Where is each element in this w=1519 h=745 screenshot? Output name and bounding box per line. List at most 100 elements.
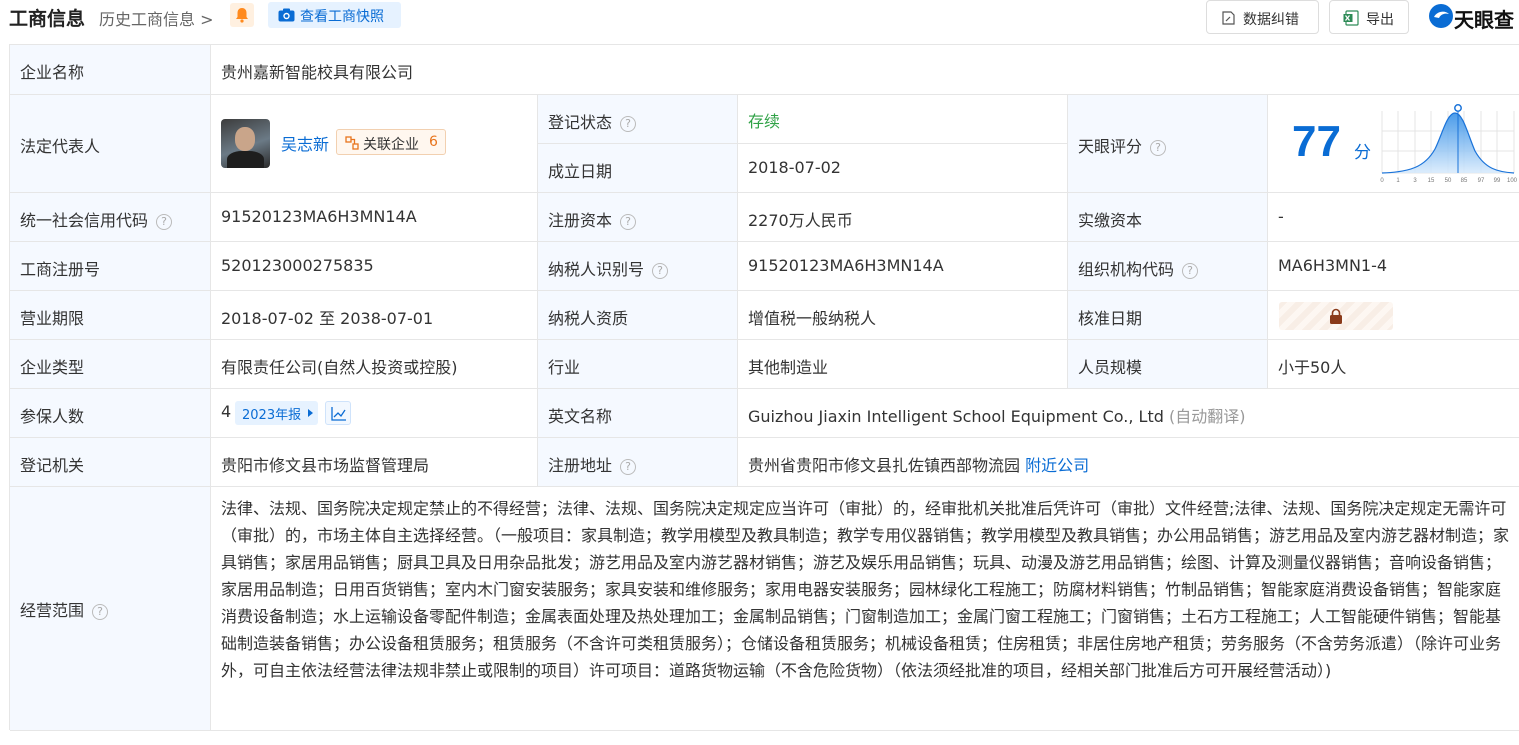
legal-rep-name-link[interactable]: 吴志新 [281,131,329,155]
history-link[interactable]: 历史工商信息 > [99,6,214,30]
legal-rep-avatar[interactable] [221,119,270,168]
tianyancha-logo-icon [1429,4,1453,28]
score-tick-label: 15 [1428,178,1435,184]
biz-scope-label-cell: 经营范围? [10,487,211,731]
taxpayer-qual-value: 增值税一般纳税人 [748,309,877,328]
insured-label: 参保人数 [20,407,85,426]
found-date-label: 成立日期 [548,162,613,181]
reg-address-label-cell: 注册地址? [538,438,738,487]
reg-address-value: 贵州省贵阳市修文县扎佐镇西部物流园 [748,456,1021,475]
help-icon[interactable]: ? [620,459,637,475]
reg-address-value-cell: 贵州省贵阳市修文县扎佐镇西部物流园 附近公司 [738,438,1519,487]
reg-status-value-cell: 存续 [738,95,1068,144]
alert-bell-icon[interactable] [230,3,254,27]
company-type-label-cell: 企业类型 [10,340,211,389]
staff-size-label: 人员规模 [1078,358,1143,377]
score-tick-label: 1 [1396,178,1400,184]
org-code-label-cell: 组织机构代码? [1068,242,1268,291]
relation-icon [345,136,359,150]
approval-date-label: 核准日期 [1078,309,1143,328]
help-icon[interactable]: ? [1182,263,1199,279]
score-distribution-chart: 0 1 3 15 50 85 97 99 100 [1380,104,1518,184]
company-name-value-cell: 贵州嘉新智能校具有限公司 [211,45,1519,95]
related-companies-badge[interactable]: 关联企业 6 [336,129,446,155]
score-tick-label: 99 [1494,178,1501,184]
biz-reg-no-label: 工商注册号 [20,260,101,279]
reg-authority-label-cell: 登记机关 [10,438,211,487]
taxpayer-id-label: 纳税人识别号 [548,260,645,279]
org-code-label-wrap: 组织机构代码? [1078,256,1199,280]
biz-scope-value-cell: 法律、法规、国务院决定规定禁止的不得经营；法律、法规、国务院决定规定应当许可（审… [211,487,1519,731]
help-icon[interactable]: ? [620,214,637,230]
caret-right-icon [308,409,313,417]
export-button[interactable]: 导出 [1329,0,1409,34]
lock-icon [1330,308,1342,324]
help-icon[interactable]: ? [92,604,109,620]
industry-value-cell: 其他制造业 [738,340,1068,389]
industry-label: 行业 [548,358,581,377]
score-number: 77 [1292,117,1341,166]
locked-field[interactable] [1279,302,1393,330]
paid-capital-label: 实缴资本 [1078,211,1143,230]
snapshot-button-label: 查看工商快照 [300,9,384,25]
english-name-value-cell: Guizhou Jiaxin Intelligent School Equipm… [738,389,1519,438]
taxpayer-id-label-cell: 纳税人识别号? [538,242,738,291]
company-name-label: 企业名称 [20,63,85,82]
report-error-button[interactable]: 数据纠错 [1206,0,1319,34]
company-type-value-cell: 有限责任公司(自然人投资或控股) [211,340,538,389]
credit-code-label: 统一社会信用代码 [20,211,149,230]
legal-rep-label: 法定代表人 [20,137,101,156]
credit-code-label-cell: 统一社会信用代码? [10,193,211,242]
taxpayer-id-value: 91520123MA6H3MN14A [748,256,944,275]
business-info-table: 企业名称 贵州嘉新智能校具有限公司 法定代表人 吴志新 关联企业 6 登记状态?… [9,44,1519,731]
line-chart-icon [331,407,346,421]
english-name-label: 英文名称 [548,407,613,426]
found-date-label-cell: 成立日期 [538,144,738,193]
industry-label-cell: 行业 [538,340,738,389]
related-count: 6 [429,134,438,150]
insured-label-cell: 参保人数 [10,389,211,438]
reg-status-label-cell: 登记状态? [538,95,738,144]
english-name-value: Guizhou Jiaxin Intelligent School Equipm… [748,407,1164,426]
reg-status-label: 登记状态 [548,113,613,132]
reg-authority-label: 登记机关 [20,456,85,475]
reg-status-label-wrap: 登记状态? [548,109,637,133]
industry-value: 其他制造业 [748,358,829,377]
staff-size-value: 小于50人 [1278,358,1347,377]
reg-status-value: 存续 [748,112,781,131]
company-type-label: 企业类型 [20,358,85,377]
reg-authority-value-cell: 贵阳市修文县市场监督管理局 [211,438,538,487]
score-tick-label: 50 [1445,178,1452,184]
help-icon[interactable]: ? [1150,140,1167,156]
annual-report-tag[interactable]: 2023年报 [235,401,318,425]
trend-chart-button[interactable] [325,401,351,425]
help-icon[interactable]: ? [620,116,637,132]
score-tick-label: 100 [1507,178,1518,184]
paid-capital-label-cell: 实缴资本 [1068,193,1268,242]
reg-capital-value: 2270万人民币 [748,211,853,230]
english-name-label-cell: 英文名称 [538,389,738,438]
staff-size-label-cell: 人员规模 [1068,340,1268,389]
reg-capital-label: 注册资本 [548,211,613,230]
taxpayer-id-value-cell: 91520123MA6H3MN14A [738,242,1068,291]
help-icon[interactable]: ? [156,214,173,230]
reg-address-label-wrap: 注册地址? [548,452,637,476]
org-code-value: MA6H3MN1-4 [1278,256,1388,275]
score-tick-label: 85 [1461,178,1468,184]
company-name-value: 贵州嘉新智能校具有限公司 [221,63,414,82]
score-unit: 分 [1354,143,1371,163]
biz-term-label: 营业期限 [20,309,85,328]
org-code-label: 组织机构代码 [1078,260,1175,279]
help-icon[interactable]: ? [652,263,669,279]
taxpayer-id-label-wrap: 纳税人识别号? [548,256,669,280]
biz-term-value: 2018-07-02 至 2038-07-01 [221,309,434,328]
biz-term-label-cell: 营业期限 [10,291,211,340]
tianyan-score-value-cell[interactable]: 77 分 0 1 3 15 50 85 97 99 100 [1268,95,1519,193]
nearby-companies-link[interactable]: 附近公司 [1025,456,1089,475]
tianyan-score-label-wrap: 天眼评分? [1078,133,1167,157]
section-header: 工商信息 历史工商信息 > 查看工商快照 数据纠错 导出 天眼查 [0,0,1519,40]
paid-capital-value-cell: - [1268,193,1519,242]
snapshot-button[interactable]: 查看工商快照 [268,2,401,28]
insured-value-cell: 4 2023年报 [211,389,538,438]
reg-authority-value: 贵阳市修文县市场监督管理局 [221,456,430,475]
